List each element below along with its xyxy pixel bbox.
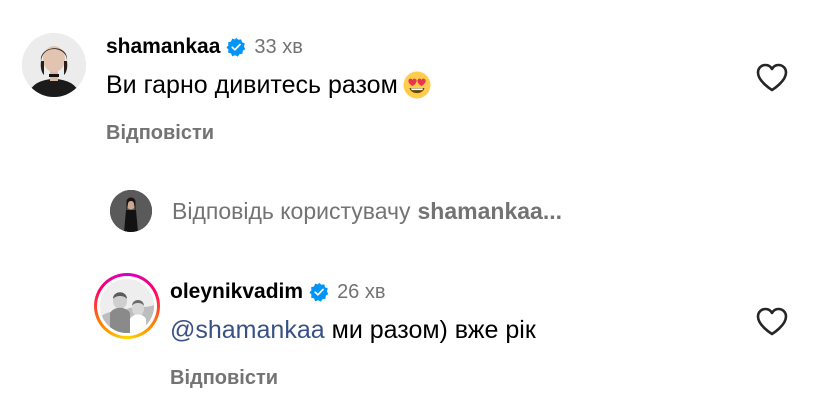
avatar-oleynikvadim[interactable]	[94, 273, 160, 339]
reply-prompt-text: Відповідь користувачу	[172, 197, 411, 224]
verified-badge-icon	[226, 37, 246, 57]
verified-badge-icon	[309, 282, 329, 302]
reply-button[interactable]: Відповісти	[106, 122, 214, 145]
comment-username[interactable]: oleynikvadim	[170, 280, 303, 304]
comment-text: ми разом) вже рік	[331, 316, 536, 344]
heart-outline-icon[interactable]	[755, 61, 789, 95]
comment-text-row: Ви гарно дивитесь разом	[106, 70, 432, 100]
heart-eyes-emoji	[403, 71, 431, 99]
heart-outline-icon[interactable]	[755, 305, 789, 339]
reply-prompt-user: shamankaa...	[417, 197, 562, 224]
current-user-avatar	[110, 190, 152, 232]
comment-header: oleynikvadim 26 хв	[170, 280, 386, 304]
reply-input-bar[interactable]: Відповідь користувачу shamankaa...	[110, 190, 562, 232]
reply-prompt: Відповідь користувачу shamankaa...	[172, 198, 562, 225]
comment-time: 33 хв	[254, 35, 303, 58]
reply-button[interactable]: Відповісти	[170, 367, 278, 390]
comment-header: shamankaa 33 хв	[106, 35, 303, 59]
comment-text: Ви гарно дивитесь разом	[106, 70, 398, 99]
avatar-photo	[100, 279, 154, 333]
comment-username[interactable]: shamankaa	[106, 35, 220, 59]
comment-text-row: @shamankaa ми разом) вже рік	[170, 316, 536, 345]
avatar-shamankaa[interactable]	[22, 33, 86, 97]
comment-time: 26 хв	[337, 280, 386, 303]
comment-mention[interactable]: @shamankaa	[170, 316, 325, 345]
